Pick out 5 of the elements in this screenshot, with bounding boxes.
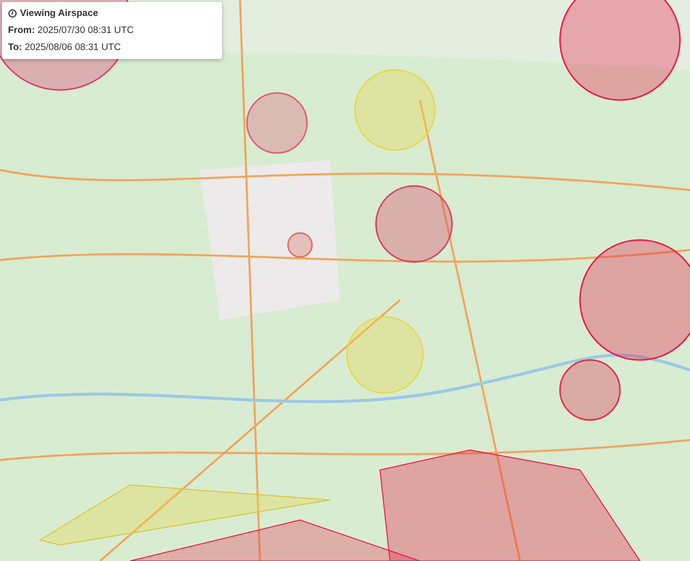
clock-icon	[8, 9, 17, 18]
panel-title: Viewing Airspace	[20, 8, 98, 19]
time-range-text: To: 2025/08/06 08:31 UTC	[8, 42, 122, 53]
map-drawing[interactable]	[0, 0, 690, 561]
time-range-text: From: 2025/07/30 08:31 UTC	[8, 25, 135, 36]
